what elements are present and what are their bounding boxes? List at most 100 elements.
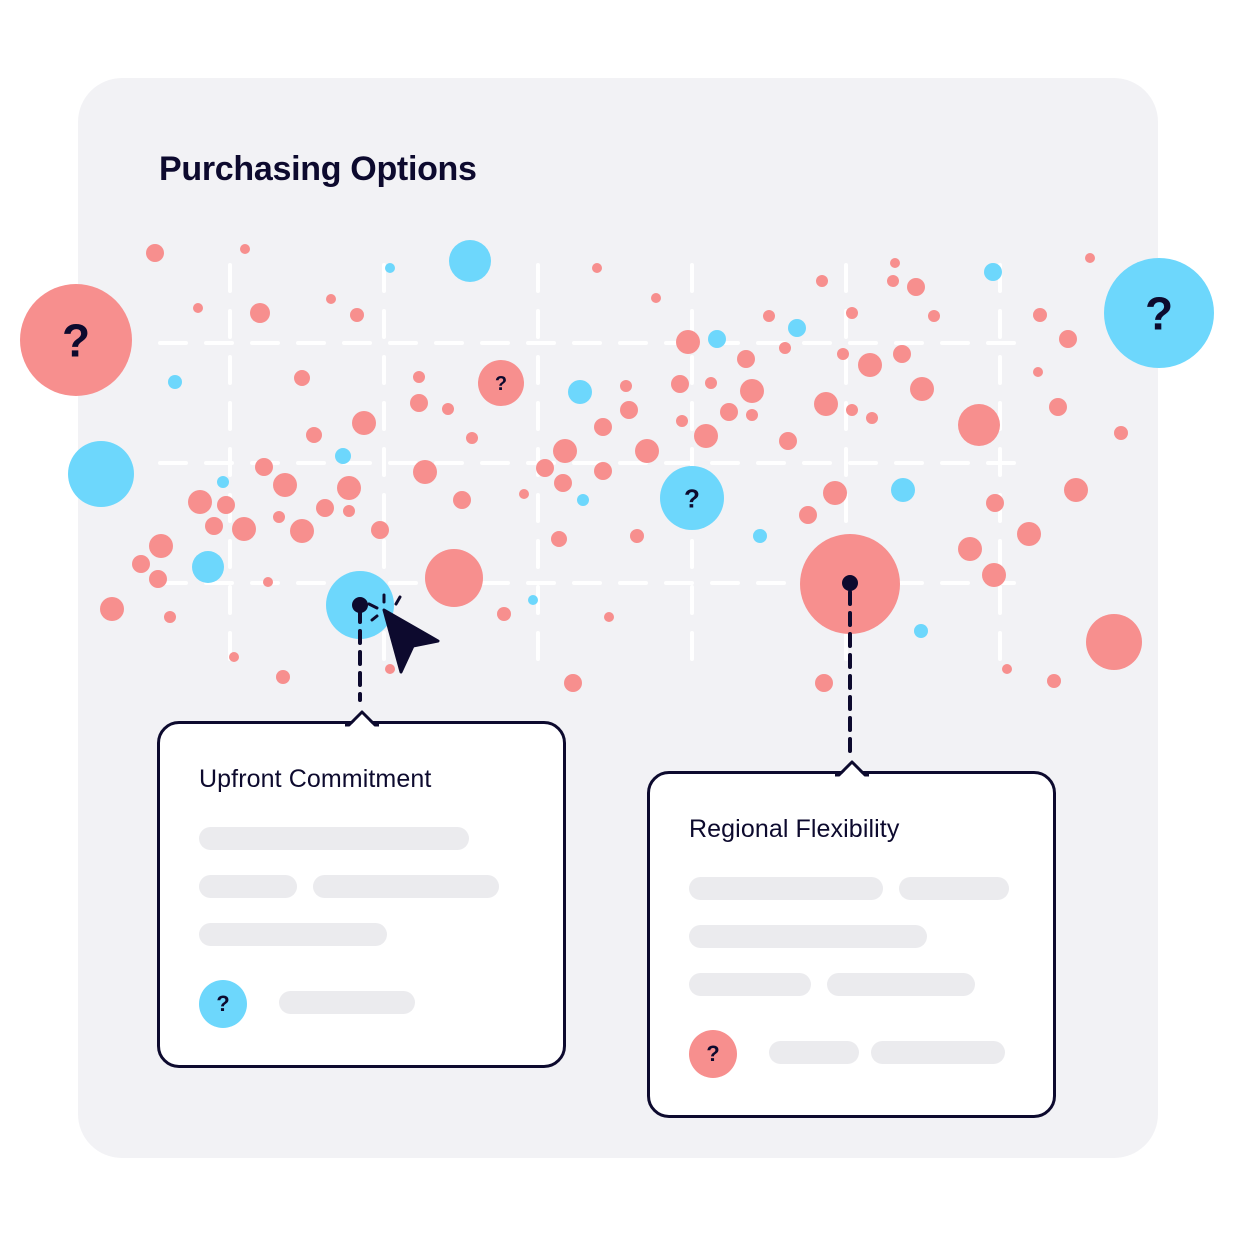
card-pointer-notch bbox=[345, 710, 379, 741]
salmon-dot bbox=[671, 375, 689, 393]
salmon-dot bbox=[1085, 253, 1095, 263]
salmon-dot bbox=[740, 379, 764, 403]
salmon-dot bbox=[232, 517, 256, 541]
sky-dot bbox=[449, 240, 491, 282]
salmon-dot bbox=[1033, 308, 1047, 322]
salmon-dot bbox=[217, 496, 235, 514]
salmon-dot bbox=[814, 392, 838, 416]
salmon-dot bbox=[986, 494, 1004, 512]
question-bubbles: ???? bbox=[20, 258, 1214, 530]
salmon-dot bbox=[290, 519, 314, 543]
salmon-dot bbox=[255, 458, 273, 476]
salmon-dot bbox=[337, 476, 361, 500]
salmon-dot bbox=[149, 570, 167, 588]
salmon-dot bbox=[371, 521, 389, 539]
salmon-dot bbox=[497, 607, 511, 621]
question-icon[interactable]: ? bbox=[199, 980, 247, 1028]
salmon-dot bbox=[326, 294, 336, 304]
salmon-dot bbox=[1033, 367, 1043, 377]
salmon-dot bbox=[893, 345, 911, 363]
salmon-dot bbox=[294, 370, 310, 386]
click-ray bbox=[394, 595, 402, 606]
sky-dot bbox=[335, 448, 351, 464]
salmon-dot bbox=[551, 531, 567, 547]
anchor-dot bbox=[842, 575, 858, 591]
question-icon: ? bbox=[1145, 288, 1173, 340]
skeleton-line bbox=[199, 875, 297, 898]
salmon-dot bbox=[620, 401, 638, 419]
salmon-dot bbox=[564, 674, 582, 692]
salmon-dot bbox=[630, 529, 644, 543]
skeleton-line bbox=[199, 923, 387, 946]
salmon-dot bbox=[1017, 522, 1041, 546]
salmon-dot bbox=[250, 303, 270, 323]
salmon-dot bbox=[410, 394, 428, 412]
salmon-dot bbox=[694, 424, 718, 448]
salmon-dot bbox=[193, 303, 203, 313]
salmon-dot bbox=[866, 412, 878, 424]
sky-dot bbox=[708, 330, 726, 348]
sky-dot bbox=[914, 624, 928, 638]
sky-dot bbox=[68, 441, 134, 507]
salmon-dot bbox=[887, 275, 899, 287]
salmon-dot bbox=[316, 499, 334, 517]
salmon-dot bbox=[1002, 664, 1012, 674]
skeleton-line bbox=[199, 827, 469, 850]
salmon-dot bbox=[676, 330, 700, 354]
salmon-dot bbox=[132, 555, 150, 573]
salmon-dot bbox=[594, 462, 612, 480]
cursor-arrow bbox=[382, 608, 440, 674]
salmon-dot bbox=[594, 418, 612, 436]
salmon-dot bbox=[746, 409, 758, 421]
salmon-dot bbox=[958, 404, 1000, 446]
salmon-dot bbox=[816, 275, 828, 287]
card-title: Regional Flexibility bbox=[689, 815, 900, 843]
sky-dot bbox=[217, 476, 229, 488]
salmon-dot bbox=[553, 439, 577, 463]
salmon-dot bbox=[720, 403, 738, 421]
salmon-dot bbox=[846, 307, 858, 319]
sky-dot bbox=[528, 595, 538, 605]
salmon-dot bbox=[554, 474, 572, 492]
salmon-dot bbox=[982, 563, 1006, 587]
salmon-dot bbox=[306, 427, 322, 443]
large-salmon-question-bubble: ? bbox=[20, 284, 132, 396]
salmon-dot bbox=[385, 664, 395, 674]
skeleton-line bbox=[769, 1041, 859, 1064]
salmon-dot bbox=[519, 489, 529, 499]
salmon-dot bbox=[604, 612, 614, 622]
sky-dot bbox=[577, 494, 589, 506]
question-icon: ? bbox=[62, 315, 90, 367]
skeleton-line bbox=[689, 925, 927, 948]
skeleton-line bbox=[279, 991, 415, 1014]
salmon-dot bbox=[276, 670, 290, 684]
salmon-dot bbox=[910, 377, 934, 401]
question-icon[interactable]: ? bbox=[689, 1030, 737, 1078]
question-icon: ? bbox=[495, 373, 507, 395]
salmon-dot bbox=[273, 473, 297, 497]
salmon-dot bbox=[1059, 330, 1077, 348]
regional-flexibility-card[interactable]: Regional Flexibility ? bbox=[647, 760, 1056, 1118]
salmon-dot bbox=[146, 244, 164, 262]
skeleton-line bbox=[899, 877, 1009, 900]
skeleton-line bbox=[827, 973, 975, 996]
sky-dot bbox=[192, 551, 224, 583]
salmon-dot bbox=[928, 310, 940, 322]
salmon-dot bbox=[229, 652, 239, 662]
salmon-dot bbox=[737, 350, 755, 368]
salmon-dot bbox=[263, 577, 273, 587]
salmon-dot bbox=[442, 403, 454, 415]
upfront-commitment-card[interactable]: Upfront Commitment ? bbox=[157, 710, 566, 1068]
salmon-dot bbox=[907, 278, 925, 296]
skeleton-line bbox=[689, 973, 811, 996]
sky-dot bbox=[753, 529, 767, 543]
salmon-dot bbox=[240, 244, 250, 254]
salmon-dot bbox=[413, 460, 437, 484]
salmon-dot bbox=[620, 380, 632, 392]
salmon-dot bbox=[651, 293, 661, 303]
sky-dot bbox=[984, 263, 1002, 281]
sky-dot bbox=[891, 478, 915, 502]
salmon-dot bbox=[453, 491, 471, 509]
salmon-dot bbox=[425, 549, 483, 607]
sky-dot bbox=[385, 263, 395, 273]
